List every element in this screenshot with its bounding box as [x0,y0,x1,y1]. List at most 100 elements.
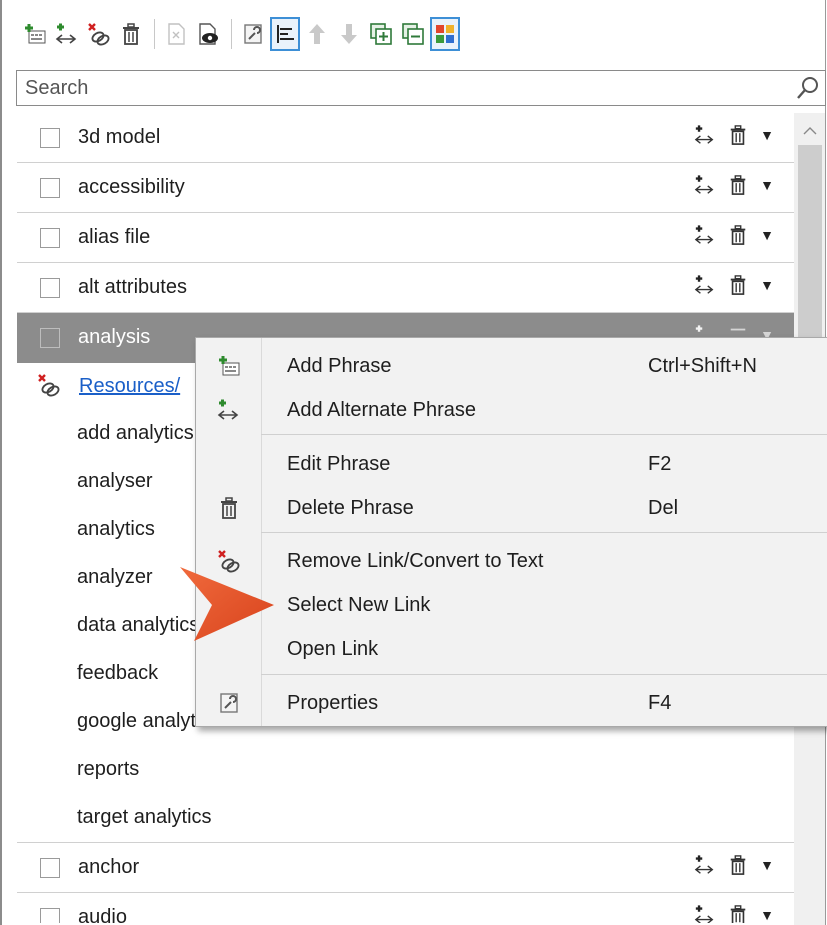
item-label: 3d model [78,126,161,148]
preview-icon [199,23,218,45]
row-actions: ▼ [694,904,774,923]
delete-icon[interactable] [728,854,748,876]
menu-item-select-new-link[interactable]: Select New Link [196,584,827,626]
move-up-icon [309,24,325,44]
alternate-label: add analytics [77,422,194,444]
row-actions: ▼ [694,124,774,146]
toolbar-separator [154,19,155,49]
phrase-link[interactable]: Resources/ [79,375,180,398]
item-label: analysis [78,326,151,348]
menu-item-shortcut: F4 [648,692,672,714]
move-up-button[interactable] [302,17,332,51]
add-alternate-phrase-icon[interactable] [694,854,716,876]
preview-button[interactable] [193,17,223,51]
add-alternate-phrase-icon[interactable] [694,904,716,923]
menu-item-shortcut: Ctrl+Shift+N [648,355,757,377]
chevron-down-icon[interactable]: ▼ [760,227,774,243]
list-item[interactable]: alias file ▼ [17,213,794,263]
delete-button[interactable] [116,17,146,51]
add-alternate-phrase-icon[interactable] [694,124,716,146]
collapse-all-icon [402,23,424,45]
chevron-down-icon[interactable]: ▼ [760,127,774,143]
list-item[interactable]: accessibility ▼ [17,163,794,213]
menu-item-add-phrase[interactable]: Add Phrase Ctrl+Shift+N [196,345,827,387]
menu-item-label: Open Link [287,638,379,660]
list-item[interactable]: anchor ▼ [17,843,794,893]
add-phrase-icon [25,24,46,44]
chevron-down-icon[interactable]: ▼ [760,907,774,923]
remove-link-button[interactable] [84,17,114,51]
grid-view-icon [436,25,454,43]
add-alternate-phrase-icon[interactable] [694,174,716,196]
menu-item-remove-link[interactable]: Remove Link/Convert to Text [196,540,827,582]
context-menu: Add Phrase Ctrl+Shift+N Add Alternate Ph… [195,337,827,727]
menu-item-shortcut: F2 [648,453,672,475]
collapse-all-button[interactable] [398,17,428,51]
menu-item-delete-phrase[interactable]: Delete Phrase Del [196,487,827,529]
item-label: anchor [78,856,140,878]
list-item[interactable]: audio ▼ [17,893,794,923]
alternate-label: analyzer [77,566,153,588]
chevron-down-icon[interactable]: ▼ [760,857,774,873]
menu-separator [261,532,827,533]
document-button[interactable] [161,17,191,51]
menu-item-properties[interactable]: Properties F4 [196,682,827,724]
expand-all-button[interactable] [366,17,396,51]
scroll-up-icon[interactable] [803,123,817,141]
move-down-button[interactable] [334,17,364,51]
menu-item-label: Edit Phrase [287,453,391,475]
search-icon[interactable] [795,75,821,106]
row-actions: ▼ [694,854,774,876]
search-box [16,70,826,106]
add-phrase-button[interactable] [20,17,50,51]
grid-view-button[interactable] [430,17,460,51]
delete-icon[interactable] [728,174,748,196]
item-checkbox[interactable] [40,178,60,198]
list-item[interactable]: alt attributes ▼ [17,263,794,313]
expand-all-icon [370,23,392,45]
add-alternate-phrase-button[interactable] [52,17,82,51]
toolbar-separator [231,19,232,49]
item-label: audio [78,906,127,923]
delete-icon[interactable] [728,274,748,296]
alternate-item[interactable]: target analytics [17,795,794,843]
alternate-label: target analytics [77,806,212,828]
menu-item-label: Select New Link [287,594,431,616]
menu-item-open-link[interactable]: Open Link [196,628,827,670]
item-checkbox[interactable] [40,278,60,298]
alternate-item[interactable]: reports [17,747,794,795]
properties-icon [244,24,262,44]
item-checkbox[interactable] [40,908,60,923]
menu-item-add-alternate-phrase[interactable]: Add Alternate Phrase [196,389,827,431]
alternate-label: reports [77,758,140,780]
menu-item-shortcut: Del [648,497,679,519]
delete-icon[interactable] [728,904,748,923]
item-checkbox[interactable] [40,858,60,878]
item-label: alias file [78,226,151,248]
item-checkbox[interactable] [40,128,60,148]
callout-arrow-icon [180,567,274,641]
add-alternate-phrase-icon [55,23,77,44]
list-item[interactable]: 3d model ▼ [17,113,794,163]
menu-item-label: Remove Link/Convert to Text [287,550,544,572]
delete-icon [216,495,242,521]
remove-link-icon[interactable] [37,373,61,402]
properties-icon [216,690,242,716]
menu-separator [261,674,827,675]
item-checkbox[interactable] [40,228,60,248]
menu-item-edit-phrase[interactable]: Edit Phrase F2 [196,443,827,485]
add-alternate-phrase-icon [216,397,242,423]
item-checkbox[interactable] [40,328,60,348]
search-input[interactable] [25,76,785,100]
add-alternate-phrase-icon[interactable] [694,274,716,296]
row-actions: ▼ [694,224,774,246]
sort-button[interactable] [270,17,300,51]
chevron-down-icon[interactable]: ▼ [760,277,774,293]
add-alternate-phrase-icon[interactable] [694,224,716,246]
properties-button[interactable] [238,17,268,51]
delete-icon[interactable] [728,124,748,146]
chevron-down-icon[interactable]: ▼ [760,177,774,193]
delete-icon[interactable] [728,224,748,246]
add-phrase-icon [216,353,242,379]
menu-item-label: Add Alternate Phrase [287,399,477,421]
